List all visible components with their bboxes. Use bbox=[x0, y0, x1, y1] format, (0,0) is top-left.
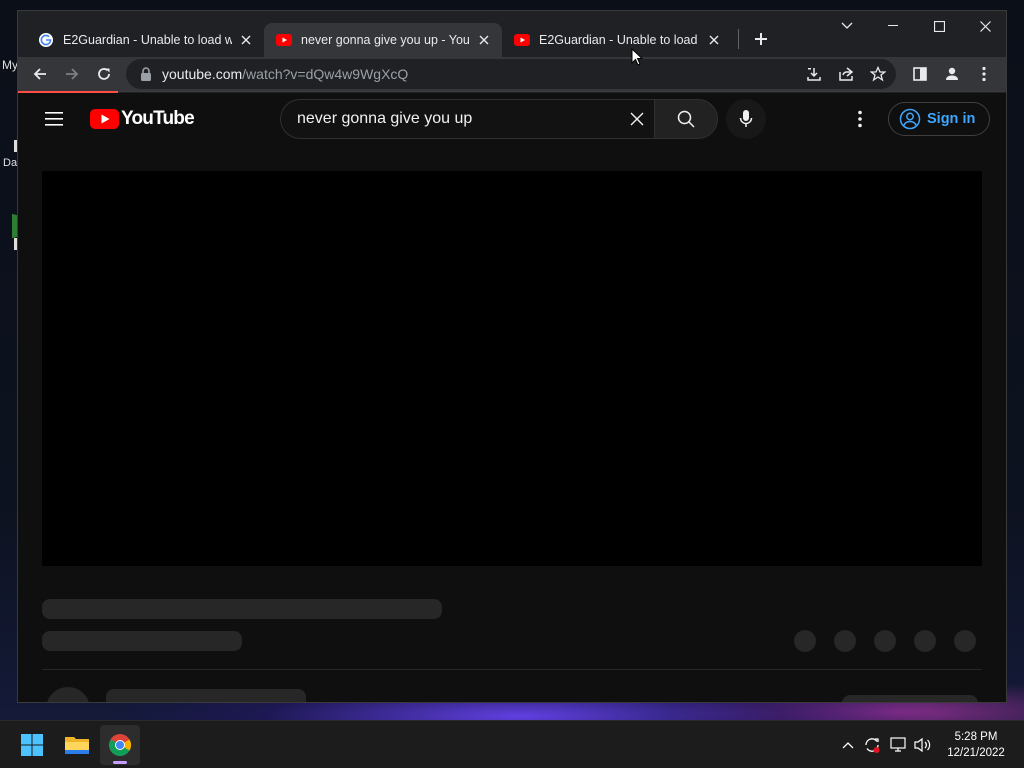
maximize-icon[interactable] bbox=[916, 11, 962, 41]
close-tab-icon[interactable] bbox=[476, 32, 492, 48]
url-path: /watch?v=dQw4w9WgXcQ bbox=[242, 66, 409, 82]
clock[interactable]: 5:28 PM 12/21/2022 bbox=[940, 729, 1012, 761]
content-divider bbox=[42, 669, 982, 670]
search-input[interactable] bbox=[297, 110, 617, 128]
search-button[interactable] bbox=[654, 99, 718, 139]
video-player[interactable] bbox=[42, 171, 982, 566]
clear-search-icon[interactable] bbox=[626, 108, 648, 130]
search-box[interactable] bbox=[280, 99, 654, 139]
install-icon[interactable] bbox=[806, 66, 822, 82]
file-explorer-icon[interactable] bbox=[57, 725, 97, 765]
browser-window: E2Guardian - Unable to load web never go… bbox=[17, 10, 1007, 703]
google-g-icon bbox=[38, 32, 54, 48]
clock-time: 5:28 PM bbox=[954, 731, 998, 743]
toolbar-divider bbox=[118, 91, 1006, 92]
youtube-icon bbox=[514, 32, 530, 48]
chrome-icon[interactable] bbox=[100, 725, 140, 765]
reload-icon[interactable] bbox=[90, 60, 118, 88]
youtube-play-icon bbox=[90, 109, 119, 129]
description-skeleton bbox=[106, 689, 306, 702]
youtube-icon bbox=[276, 32, 292, 48]
lock-icon[interactable] bbox=[138, 66, 154, 82]
avatar-skeleton bbox=[46, 687, 90, 702]
sync-icon[interactable] bbox=[862, 735, 882, 755]
action-skeleton bbox=[834, 630, 856, 652]
active-app-indicator bbox=[113, 761, 127, 764]
browser-toolbar: youtube.com/watch?v=dQw4w9WgXcQ bbox=[18, 57, 1006, 91]
action-skeleton bbox=[794, 630, 816, 652]
sign-in-button[interactable]: Sign in bbox=[888, 102, 990, 136]
close-tab-icon[interactable] bbox=[706, 32, 722, 48]
action-skeleton bbox=[954, 630, 976, 652]
tab-title: never gonna give you up - YouTube bbox=[301, 33, 470, 47]
tab-title: E2Guardian - Unable to load web bbox=[539, 33, 700, 47]
voice-search-button[interactable] bbox=[726, 99, 766, 139]
subscribe-skeleton bbox=[842, 695, 978, 702]
desktop-icon-label[interactable]: My bbox=[2, 58, 18, 72]
menu-icon[interactable] bbox=[970, 60, 998, 88]
title-skeleton bbox=[42, 599, 442, 619]
tab-separator bbox=[738, 29, 739, 49]
start-icon[interactable] bbox=[12, 725, 52, 765]
close-tab-icon[interactable] bbox=[238, 32, 254, 48]
bookmark-star-icon[interactable] bbox=[870, 66, 886, 82]
new-tab-icon[interactable] bbox=[750, 28, 772, 50]
back-icon[interactable] bbox=[26, 60, 54, 88]
desktop-icon-label[interactable]: Da bbox=[3, 157, 17, 169]
account-circle-icon bbox=[899, 108, 921, 130]
tab-e2guardian-2[interactable]: E2Guardian - Unable to load web bbox=[502, 23, 732, 57]
tab-youtube[interactable]: never gonna give you up - YouTube bbox=[264, 23, 502, 57]
channel-skeleton bbox=[42, 631, 242, 651]
tab-title: E2Guardian - Unable to load web bbox=[63, 33, 232, 47]
settings-kebab-icon[interactable] bbox=[848, 107, 872, 131]
volume-icon[interactable] bbox=[913, 735, 933, 755]
youtube-page: YouTube Sign in bbox=[18, 93, 1006, 702]
network-icon[interactable] bbox=[889, 735, 909, 755]
youtube-header: YouTube Sign in bbox=[18, 93, 1006, 145]
minimize-icon[interactable] bbox=[870, 11, 916, 41]
action-skeleton bbox=[914, 630, 936, 652]
mouse-cursor-icon bbox=[631, 47, 644, 71]
youtube-logo-text: YouTube bbox=[121, 108, 195, 129]
forward-icon[interactable] bbox=[58, 60, 86, 88]
hamburger-menu-icon[interactable] bbox=[42, 107, 66, 131]
close-window-icon[interactable] bbox=[962, 11, 1006, 41]
tab-strip: E2Guardian - Unable to load web never go… bbox=[18, 11, 1006, 57]
url-host: youtube.com bbox=[162, 66, 243, 82]
sign-in-label: Sign in bbox=[927, 111, 976, 127]
address-bar[interactable]: youtube.com/watch?v=dQw4w9WgXcQ bbox=[126, 59, 896, 89]
chevron-up-icon[interactable] bbox=[838, 735, 858, 755]
taskbar: 5:28 PM 12/21/2022 bbox=[0, 720, 1024, 768]
youtube-logo[interactable]: YouTube bbox=[90, 107, 195, 131]
microphone-icon bbox=[739, 110, 753, 127]
clock-date: 12/21/2022 bbox=[947, 747, 1005, 759]
profile-icon[interactable] bbox=[938, 60, 966, 88]
search-icon bbox=[677, 110, 695, 128]
share-icon[interactable] bbox=[838, 66, 854, 82]
action-skeleton bbox=[874, 630, 896, 652]
side-panel-icon[interactable] bbox=[906, 60, 934, 88]
tab-e2guardian-1[interactable]: E2Guardian - Unable to load web bbox=[26, 23, 264, 57]
tab-search-icon[interactable] bbox=[824, 11, 870, 41]
